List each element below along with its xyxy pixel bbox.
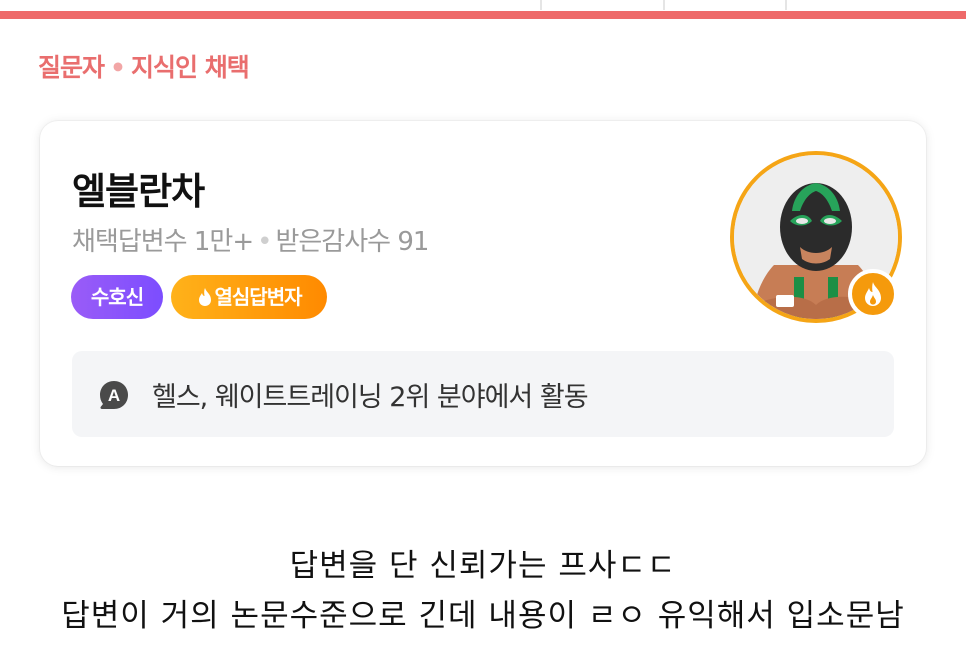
flame-icon [198,287,211,306]
caption-line-1: 답변을 단 신뢰가는 프사ㄷㄷ [289,548,677,584]
diligent-answerer-badge[interactable]: 열심답변자 [171,275,327,319]
adopted-answers-count: 채택답변수 1만+ [72,227,254,257]
guardian-badge[interactable]: 수호신 [71,275,163,319]
expert-profile-card[interactable]: 엘블란차 채택답변수 1만+ • 받은감사수 91 수호신 열심답변자 A 헬스, … [40,121,926,466]
tab-divider [785,0,787,10]
caption-line-2: 답변이 거의 논문수준으로 긴데 내용이 ㄹㅇ 유익해서 입소문남 [61,598,905,634]
asker-label: 질문자 [38,53,105,82]
profile-avatar[interactable] [730,151,902,323]
top-tab-bar [0,0,966,20]
active-tab-indicator [0,11,966,19]
profile-stats: 채택답변수 1만+ • 받은감사수 91 [72,221,429,258]
section-heading: 질문자 • 지식인 채택 [38,48,250,84]
separator-dot: • [257,227,272,257]
received-thanks-count: 받은감사수 91 [275,227,429,257]
fire-icon [865,282,881,306]
tab-divider [663,0,665,10]
svg-text:A: A [108,386,120,405]
separator-dot: • [110,53,126,82]
activity-field-box[interactable]: A 헬스, 웨이트트레이닝 2위 분야에서 활동 [72,351,894,437]
activity-field-text: 헬스, 웨이트트레이닝 2위 분야에서 활동 [152,382,589,413]
tab-divider [540,0,542,10]
profile-name[interactable]: 엘블란차 [72,161,205,215]
fire-level-badge [848,269,898,319]
badge-label: 열심답변자 [214,285,303,309]
rank-a-icon: A [100,381,128,409]
expert-adopted-label: 지식인 채택 [131,53,250,82]
